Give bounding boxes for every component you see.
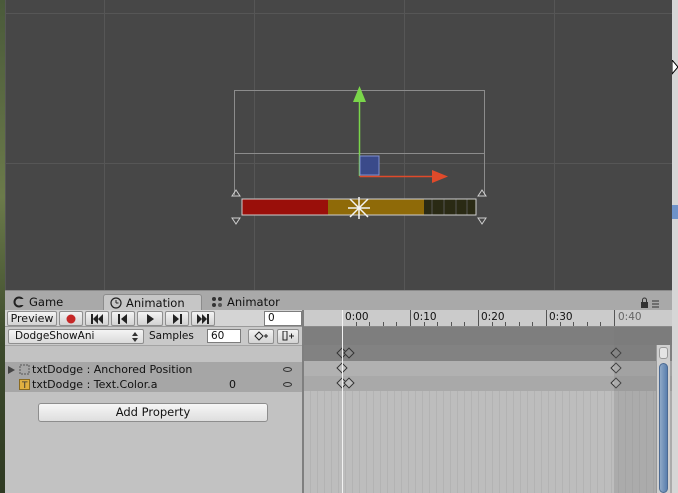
cursor-icon bbox=[672, 60, 678, 75]
property-list: txtDodge : Anchored Position T txtDodge … bbox=[5, 346, 303, 493]
play-icon bbox=[147, 314, 154, 324]
summary-keyframe[interactable] bbox=[343, 347, 355, 359]
game-icon bbox=[13, 296, 25, 308]
skip-to-start-icon bbox=[91, 314, 103, 324]
step-forward-icon bbox=[173, 314, 182, 324]
time-ruler[interactable]: 0:00 0:10 0:20 0:30 0:40 bbox=[304, 310, 672, 327]
current-frame-input[interactable]: 0 bbox=[264, 311, 302, 326]
editor-tab-strip: Game Animation Animator bbox=[5, 290, 672, 311]
clip-settings-row: DodgeShowAni Samples 60 bbox=[5, 327, 303, 346]
tab-animator-label: Animator bbox=[227, 295, 280, 309]
svg-text:T: T bbox=[21, 381, 28, 390]
rect-transform-icon bbox=[19, 364, 30, 375]
anchor-bottom-left bbox=[231, 217, 241, 225]
record-icon bbox=[66, 314, 76, 324]
anchor-bottom-right bbox=[477, 217, 487, 225]
animator-icon bbox=[212, 297, 222, 307]
eye-icon[interactable] bbox=[283, 367, 292, 372]
property-name: txtDodge : Anchored Position bbox=[32, 363, 193, 376]
add-keyframe-button[interactable] bbox=[248, 329, 274, 344]
tab-game[interactable]: Game bbox=[7, 294, 99, 311]
play-button[interactable] bbox=[137, 311, 163, 326]
step-back-icon bbox=[118, 314, 127, 324]
anchor-top-left bbox=[231, 189, 241, 197]
animation-editor-window: Game Animation Animator Preview 0 DodgeS… bbox=[0, 0, 678, 493]
property-name: txtDodge : Text.Color.a bbox=[32, 378, 158, 391]
samples-input[interactable]: 60 bbox=[207, 329, 241, 343]
add-event-button[interactable] bbox=[277, 329, 299, 344]
bar-segment-red bbox=[242, 199, 328, 215]
skip-to-end-icon bbox=[197, 314, 209, 324]
lock-icon bbox=[641, 302, 648, 308]
bar-segment-orange bbox=[328, 199, 424, 215]
add-property-button[interactable]: Add Property bbox=[38, 403, 268, 422]
tab-lock-and-menu bbox=[641, 297, 659, 308]
property-row-anchored-position[interactable]: txtDodge : Anchored Position bbox=[5, 362, 303, 377]
tab-game-label: Game bbox=[29, 295, 64, 309]
first-keyframe-button[interactable] bbox=[85, 311, 109, 326]
last-keyframe-button[interactable] bbox=[191, 311, 215, 326]
preview-button[interactable]: Preview bbox=[7, 311, 57, 326]
pivot-anchor-icon bbox=[348, 197, 370, 219]
clip-name: DodgeShowAni bbox=[15, 330, 95, 342]
chevron-updown-icon bbox=[132, 332, 138, 342]
scene-view[interactable] bbox=[0, 0, 672, 290]
property-value-input[interactable]: 0 bbox=[229, 377, 236, 392]
keyframe[interactable] bbox=[343, 377, 355, 389]
tick-label: 0:40 bbox=[618, 311, 642, 323]
scroll-up-button[interactable] bbox=[659, 347, 668, 359]
expand-arrow-icon[interactable] bbox=[8, 366, 16, 374]
tab-animator[interactable]: Animator bbox=[205, 294, 295, 311]
dopesheet-timeline[interactable]: 0:00 0:10 0:20 0:30 0:40 bbox=[304, 310, 672, 493]
playhead[interactable] bbox=[342, 310, 343, 493]
tab-animation[interactable]: Animation bbox=[103, 294, 202, 311]
clip-dropdown[interactable]: DodgeShowAni bbox=[8, 329, 144, 344]
y-axis-arrow-icon bbox=[353, 86, 366, 102]
property-row-text-color-a[interactable]: T txtDodge : Text.Color.a 0 bbox=[5, 377, 303, 392]
xy-plane-handle bbox=[359, 155, 380, 176]
eye-icon[interactable] bbox=[283, 382, 292, 387]
text-component-icon: T bbox=[19, 379, 30, 390]
record-button[interactable] bbox=[59, 311, 83, 326]
next-keyframe-button[interactable] bbox=[165, 311, 189, 326]
samples-label: Samples bbox=[149, 330, 194, 342]
add-keyframe-icon bbox=[254, 331, 268, 341]
add-event-icon bbox=[282, 330, 294, 341]
tab-animation-label: Animation bbox=[126, 296, 185, 310]
prev-keyframe-button[interactable] bbox=[111, 311, 135, 326]
side-scroll-indicator bbox=[672, 205, 678, 219]
clock-icon bbox=[110, 297, 122, 309]
x-axis-arrow-icon bbox=[432, 170, 448, 183]
timeline-vertical-scrollbar[interactable] bbox=[656, 345, 670, 493]
animation-toolbar: Preview 0 bbox=[5, 310, 303, 327]
window-right-edge bbox=[672, 0, 678, 493]
scrollbar-thumb[interactable] bbox=[659, 363, 668, 493]
scene-gizmos bbox=[231, 86, 487, 225]
